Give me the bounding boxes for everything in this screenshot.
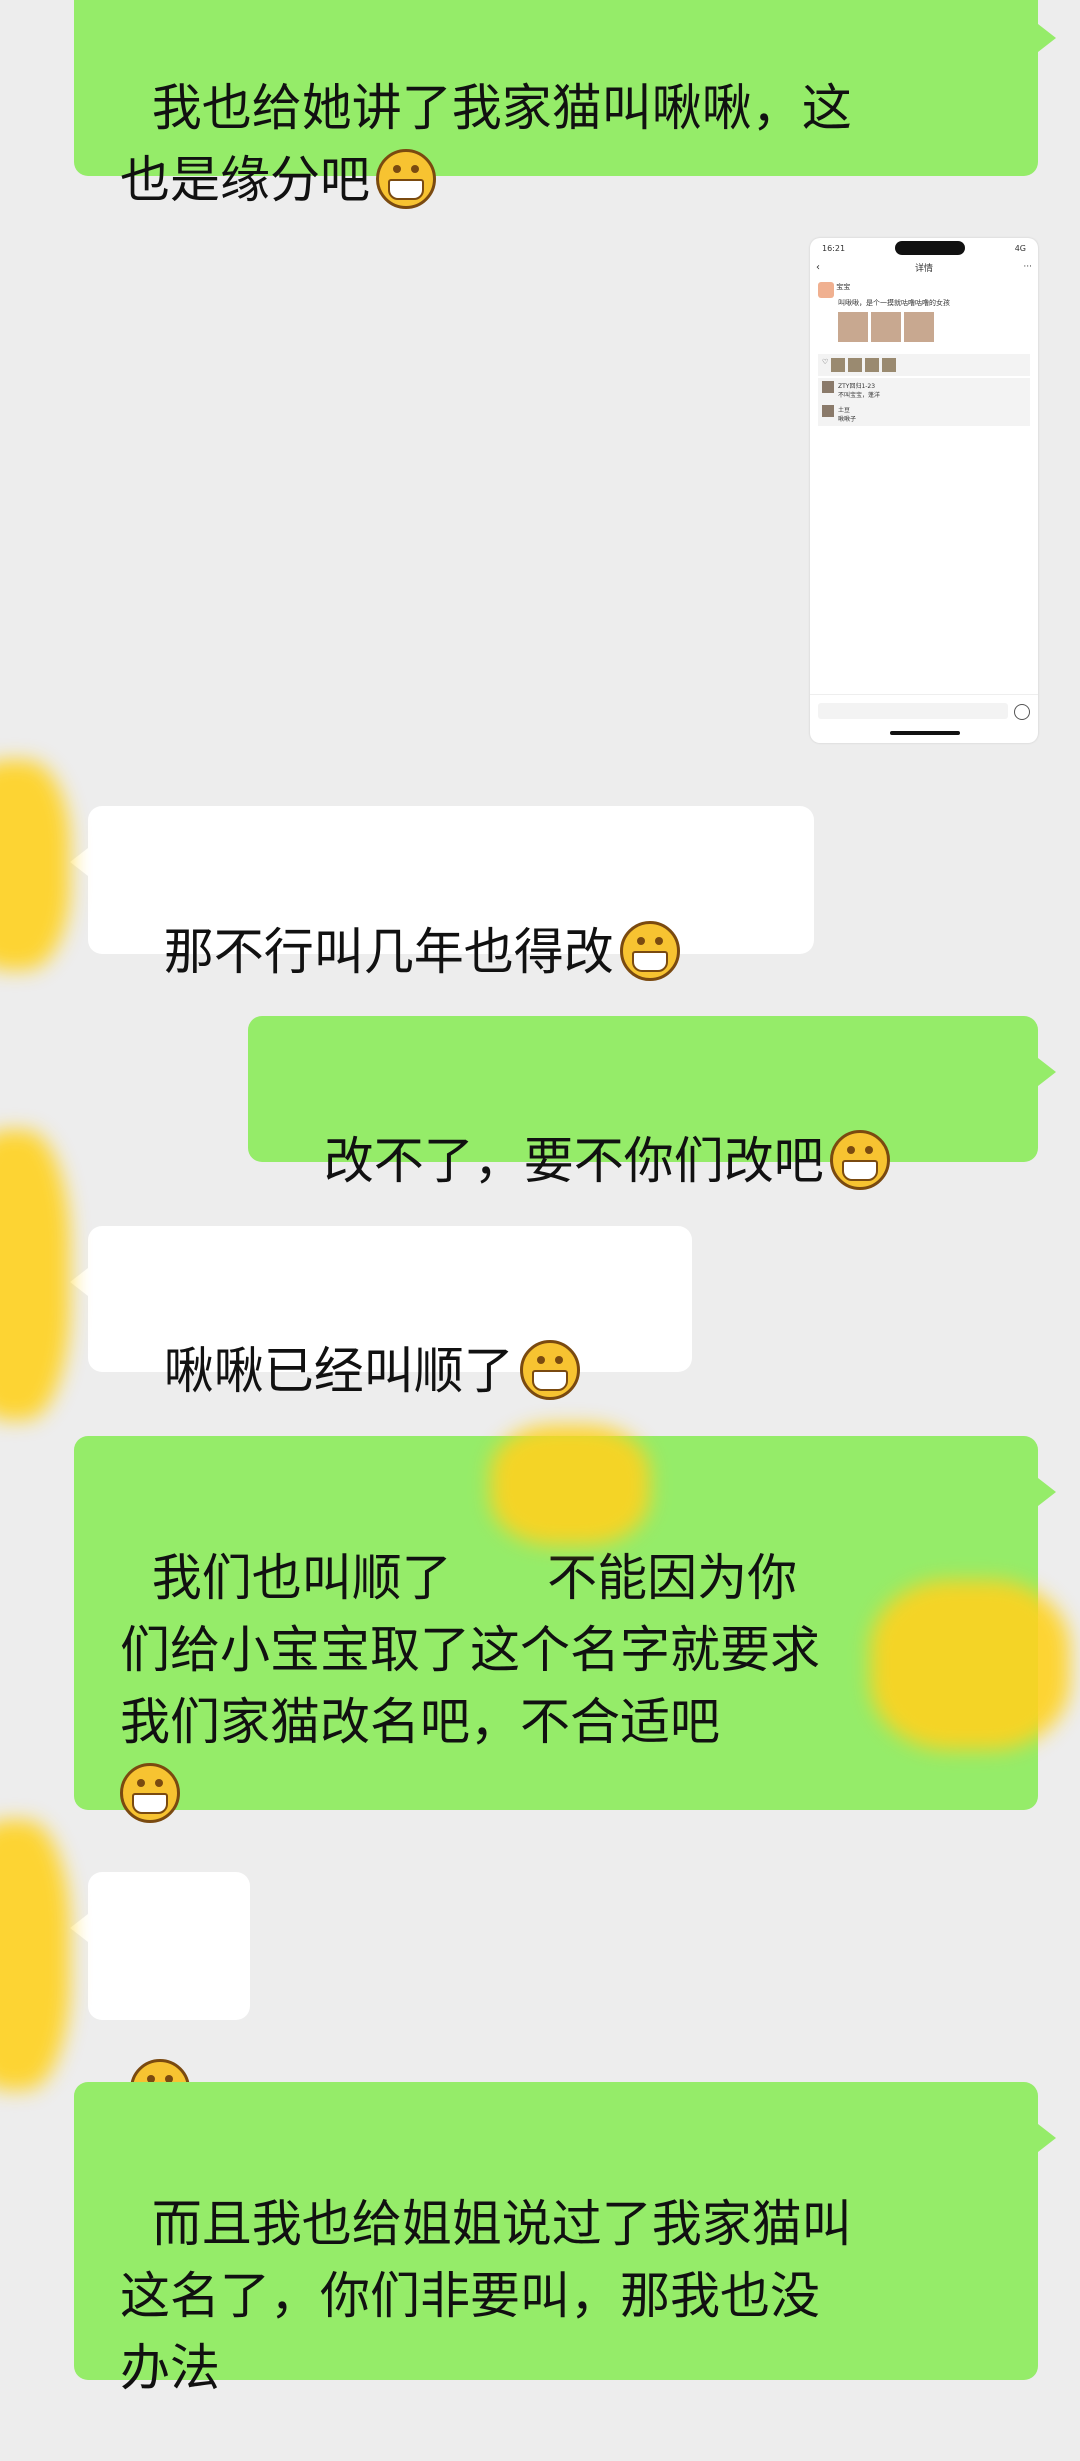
grin-emoji-icon xyxy=(519,1340,580,1400)
redaction-blob xyxy=(490,1425,650,1545)
grin-emoji-icon xyxy=(829,1130,890,1190)
message-text: 而且我也给姐姐说过了我家猫叫 这名了，你们非要叫，那我也没 办法 xyxy=(120,2195,852,2397)
message-bubble-sent[interactable]: 我也给她讲了我家猫叫啾啾，这 也是缘分吧 xyxy=(74,0,1056,209)
home-indicator xyxy=(890,731,960,735)
dynamic-island xyxy=(894,241,965,255)
message-text: 啾啾已经叫顺了 xyxy=(163,1342,514,1400)
message-bubble-received[interactable] xyxy=(70,1872,250,2119)
grin-emoji-icon xyxy=(120,1763,180,1823)
moment-post: 宝宝 叫啾啾，是个一摸就咕噜咕噜的女孩 xyxy=(810,276,1038,352)
redaction-blob xyxy=(870,1580,1070,1750)
avatar xyxy=(818,282,834,298)
likes-row: ♡ xyxy=(818,354,1030,376)
comment-text: 不叫宝宝，蓬洋 xyxy=(838,392,881,399)
emoji-button-icon xyxy=(1014,704,1030,720)
comment-avatar xyxy=(822,381,834,393)
post-author: 宝宝 xyxy=(836,283,851,291)
comment-input-bar xyxy=(810,694,1038,743)
heart-icon: ♡ xyxy=(822,358,829,366)
comment-text: 啾啾子 xyxy=(838,416,857,423)
message-text: 改不了，要不你们改吧 xyxy=(323,1132,824,1190)
comment-row: 土豆 啾啾子 xyxy=(818,402,1030,426)
more-icon: ··· xyxy=(1023,262,1032,272)
nav-bar: ‹ 详情 ··· xyxy=(810,258,1038,276)
message-text: 那不行叫几年也得改 xyxy=(163,923,614,981)
redaction-blob xyxy=(0,760,70,970)
back-icon: ‹ xyxy=(816,261,820,273)
status-time: 16:21 xyxy=(822,243,846,253)
grin-emoji-icon xyxy=(619,921,680,981)
message-text: 我们也叫顺了 不能因为你 们给小宝宝取了这个名字就要求 我们家猫改名吧，不合适吧 xyxy=(120,1549,820,1751)
message-bubble-received[interactable]: 啾啾已经叫顺了 xyxy=(70,1226,692,1400)
post-photos xyxy=(838,312,1030,342)
comment-input xyxy=(818,703,1008,719)
smile-emoji-icon xyxy=(376,149,436,209)
redaction-blob xyxy=(0,1820,70,2090)
nav-title: 详情 xyxy=(914,263,933,274)
status-signal: 4G xyxy=(1014,243,1026,253)
comment-name: 土豆 xyxy=(838,407,851,414)
message-bubble-sent[interactable]: 改不了，要不你们改吧 xyxy=(248,1016,1056,1190)
comment-row: ZTY回归1-23 不叫宝宝，蓬洋 xyxy=(818,378,1030,402)
message-text: 我也给她讲了我家猫叫啾啾，这 也是缘分吧 xyxy=(120,79,852,209)
comment-avatar xyxy=(822,405,834,417)
message-bubble-received[interactable]: 那不行叫几年也得改 xyxy=(70,806,814,981)
shared-screenshot-image[interactable]: 16:21 4G ‹ 详情 ··· 宝宝 叫啾啾，是个一摸就咕噜咕噜的女孩 ♡ … xyxy=(810,238,1038,743)
redaction-blob xyxy=(0,1130,70,1420)
post-caption: 叫啾啾，是个一摸就咕噜咕噜的女孩 xyxy=(838,299,950,307)
status-bar: 16:21 4G xyxy=(810,238,1038,258)
comment-name: ZTY回归1-23 xyxy=(838,383,876,390)
message-bubble-sent[interactable]: 而且我也给姐姐说过了我家猫叫 这名了，你们非要叫，那我也没 办法 xyxy=(74,2082,1056,2397)
